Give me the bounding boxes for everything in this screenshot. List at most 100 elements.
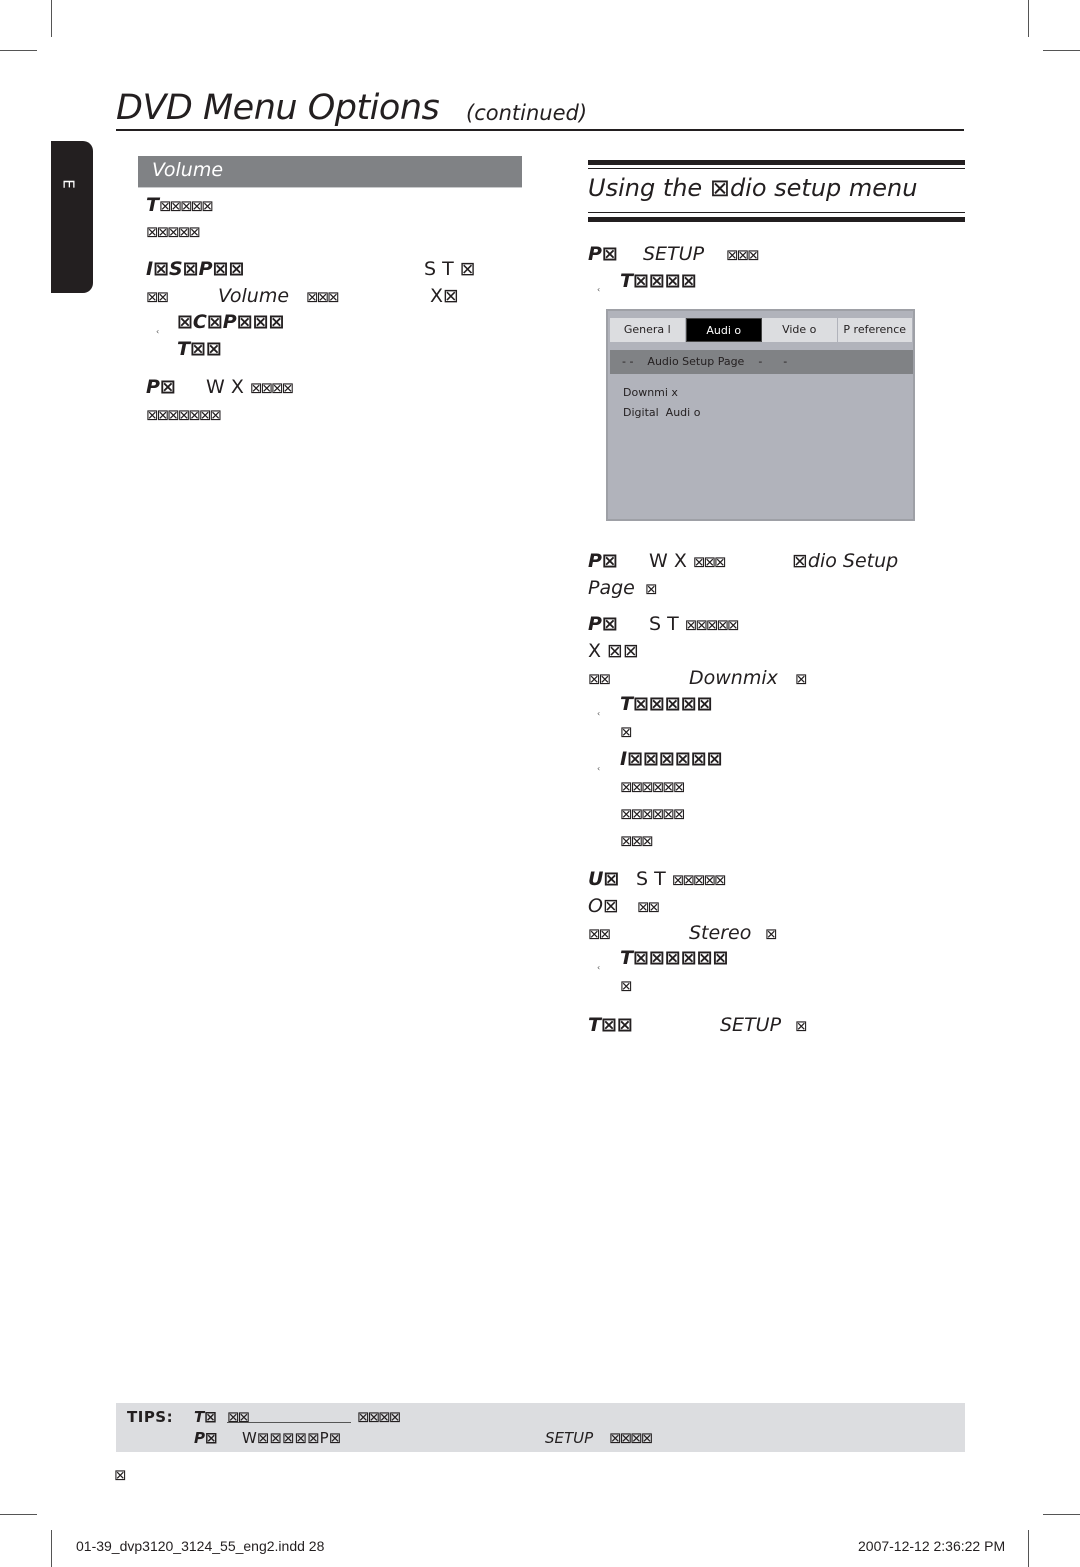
crop-mark-top-left — [51, 0, 52, 37]
heading-rule-top-thick — [588, 160, 965, 165]
page-title: DVD Menu Options — [116, 88, 440, 128]
menu-item-downmix[interactable]: Downmi x — [623, 386, 678, 399]
step3-line3-end: ⊠ — [795, 667, 808, 690]
text-tofu: ⊠ — [620, 723, 633, 741]
text-lead: P⊠ — [194, 1429, 218, 1447]
step4-line3-end: ⊠ — [765, 922, 778, 945]
tips-line1-lead: T⊠ — [194, 1408, 217, 1426]
crop-mark-right-top — [1043, 50, 1080, 51]
step3-bullet1-line1: T⊠⊠⊠⊠⊠ — [620, 693, 713, 715]
text-tofu: ⊠⊠⊠ — [692, 553, 727, 571]
nav-keys: S T — [636, 868, 666, 890]
volume-para2-line2: ⊠⊠ — [146, 285, 169, 308]
step2-end: ⊠ — [645, 577, 658, 600]
bullet-icon: ‹ — [597, 709, 601, 718]
text-tofu: ⊠⊠⊠ — [620, 832, 654, 850]
text-tofu: ⊠⊠⊠⊠⊠ — [158, 197, 214, 215]
bullet-icon: ‹ — [597, 764, 601, 773]
text-lead: T⊠ — [194, 1408, 217, 1426]
crop-mark-left-bottom — [0, 1514, 37, 1515]
section-bar-volume: Volume — [138, 156, 522, 188]
text-tofu: ⊠⊠⊠⊠ — [249, 379, 294, 397]
crop-mark-top-right — [1028, 0, 1029, 37]
audio-setup-page-header: - - Audio Setup Page - - — [610, 350, 913, 374]
tab-preference[interactable]: P reference — [837, 318, 913, 342]
volume-option-name: Volume — [218, 285, 290, 307]
volume-nav-keys-up-down: S T ⊠ — [424, 258, 476, 280]
text-tofu: ⊠ — [620, 977, 633, 995]
bullet-icon: ‹ — [156, 327, 160, 336]
heading-rule-bottom-thin — [588, 212, 965, 213]
title-rule — [116, 129, 964, 131]
continued-label: (continued) — [466, 101, 588, 125]
nav-keys: S T — [649, 613, 679, 635]
step4-bullet-line2: ⊠ — [620, 974, 633, 997]
setup-key-name: SETUP — [643, 243, 705, 265]
text-lead: T — [146, 194, 159, 216]
volume-para2-line2b: ⊠⊠⊠ — [306, 285, 340, 308]
text-lead: P⊠ — [146, 376, 176, 398]
text-tofu: ⊠⊠ — [588, 925, 611, 943]
step3-line3: ⊠⊠ — [588, 667, 611, 690]
crop-mark-bottom-right — [1028, 1530, 1029, 1567]
section-heading: Using the ⊠dio setup menu — [588, 174, 918, 202]
text-tofu: ⊠⊠⊠⊠⊠ — [671, 871, 727, 889]
crop-mark-right-bottom — [1043, 1514, 1080, 1515]
page-number: ⊠ — [114, 1463, 127, 1486]
text-tofu: ⊠⊠ — [146, 288, 169, 306]
volume-para1-line2: ⊠⊠⊠⊠⊠ — [146, 220, 201, 243]
step5-end: ⊠ — [795, 1014, 808, 1037]
volume-para3-keys: W X ⊠⊠⊠⊠ — [206, 376, 294, 399]
tab-video[interactable]: Vide o — [762, 318, 838, 342]
step3-keys: S T ⊠⊠⊠⊠⊠ — [649, 613, 740, 636]
text-lead: O⊠ — [588, 895, 619, 917]
menu-item-digital-audio[interactable]: Digital Audi o — [623, 406, 700, 419]
text-tofu: ⊠⊠⊠ — [306, 288, 340, 306]
text-tofu: ⊠⊠⊠⊠⊠ — [684, 616, 740, 634]
step3-bullet2-line4: ⊠⊠⊠ — [620, 829, 654, 852]
nav-keys: S T ⊠ — [424, 258, 476, 280]
stereo-option-name: Stereo — [689, 922, 752, 944]
text-tofu: ⊠⊠⊠⊠ — [357, 1408, 401, 1426]
setup-key-name-exit: SETUP — [720, 1014, 782, 1036]
step3-bullet2-line2: ⊠⊠⊠⊠⊠⊠ — [620, 775, 685, 798]
step1-rest: ⊠⊠⊠ — [726, 243, 760, 266]
step2-line1: P⊠ — [588, 550, 618, 572]
volume-nav-key-right: X⊠ — [430, 285, 459, 307]
step2-target-line2: Page — [588, 577, 635, 599]
volume-bullet-line2: T⊠⊠ — [177, 338, 222, 360]
step3-bullet2-line1: I⊠⊠⊠⊠⊠⊠ — [620, 748, 723, 770]
setup-menu-tabs: Genera l Audi o Vide o P reference — [610, 318, 913, 342]
text-tofu: ⊠⊠⊠⊠ — [609, 1429, 653, 1447]
heading-rule-top-thin — [588, 168, 965, 169]
step4-bullet-line1: T⊠⊠⊠⊠⊠⊠ — [620, 947, 729, 969]
tips-label: TIPS: — [127, 1408, 174, 1426]
tab-audio[interactable]: Audi o — [685, 318, 762, 342]
tips-underline — [227, 1422, 351, 1423]
text-tofu: ⊠⊠⊠⊠⊠⊠⊠ — [146, 406, 222, 424]
section-bar-label: Volume — [152, 159, 224, 181]
text-tofu: ⊠⊠ — [227, 1408, 250, 1426]
volume-para3-line2: ⊠⊠⊠⊠⊠⊠⊠ — [146, 403, 222, 426]
step2-keys: W X ⊠⊠⊠ — [649, 550, 727, 573]
text-tofu: ⊠ — [795, 1017, 808, 1035]
step3-bullet2-line3: ⊠⊠⊠⊠⊠⊠ — [620, 802, 685, 825]
text-lead: P⊠ — [588, 613, 618, 635]
bullet-icon: ‹ — [597, 285, 601, 294]
language-tab: E — [51, 141, 93, 293]
step5-lead: T⊠⊠ — [588, 1014, 633, 1036]
tips-line2-b: W⊠⊠⊠⊠⊠P⊠ — [242, 1429, 342, 1447]
text-lead: P⊠ — [588, 243, 618, 265]
text-tofu: ⊠⊠⊠⊠⊠⊠ — [620, 805, 685, 823]
text-tofu: ⊠ — [795, 670, 808, 688]
text-tofu: ⊠⊠⊠⊠⊠ — [146, 223, 201, 241]
volume-para2-line1: I⊠S⊠P⊠⊠ — [146, 258, 244, 280]
text-lead: U⊠ — [588, 868, 620, 890]
volume-para3-line1: P⊠ — [146, 376, 176, 398]
bullet-icon: ‹ — [597, 963, 601, 972]
tab-general[interactable]: Genera l — [610, 318, 686, 342]
crop-mark-bottom-left — [51, 1530, 52, 1567]
text-tofu: ⊠⊠⊠⊠⊠⊠ — [620, 778, 685, 796]
text-tofu: ⊠⊠ — [637, 898, 660, 916]
footer-timestamp: 2007-12-12 2:36:22 PM — [858, 1538, 1006, 1554]
